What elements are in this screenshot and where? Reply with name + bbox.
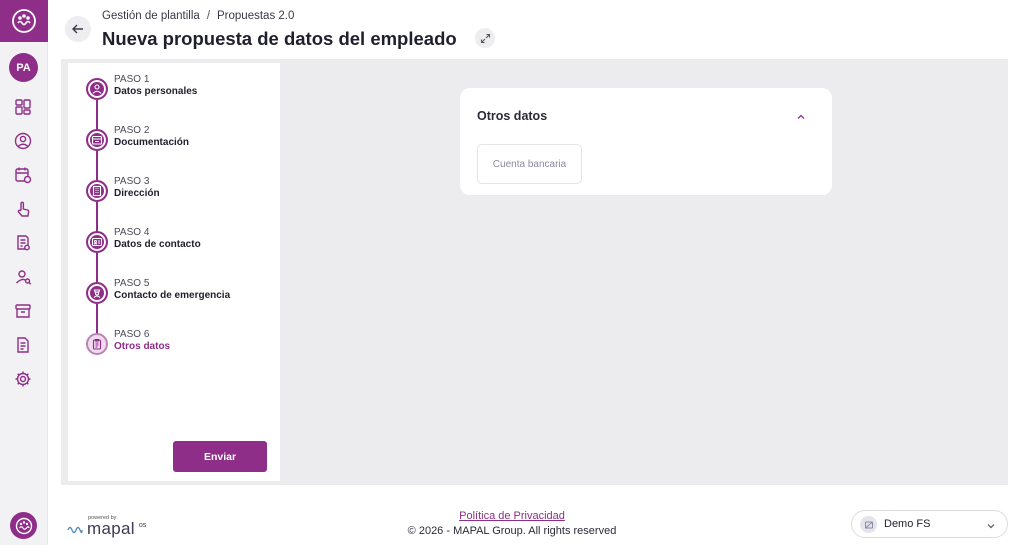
company-name: Demo FS bbox=[884, 518, 931, 530]
gear-icon[interactable] bbox=[13, 369, 33, 389]
medic-icon bbox=[86, 282, 108, 304]
company-icon bbox=[860, 516, 877, 533]
step-label: PASO 6 bbox=[114, 329, 150, 340]
step-name: Datos personales bbox=[114, 86, 198, 97]
user-circle-icon[interactable] bbox=[13, 131, 33, 151]
privacy-link-text[interactable]: Política de Privacidad bbox=[459, 510, 565, 522]
contact-card-icon bbox=[86, 231, 108, 253]
user-icon bbox=[86, 78, 108, 100]
bank-account-option[interactable]: Cuenta bancaria bbox=[477, 144, 582, 184]
sidebar: PA bbox=[0, 0, 48, 545]
step-name: Datos de contacto bbox=[114, 239, 201, 250]
dashboard-icon[interactable] bbox=[13, 97, 33, 117]
archive-icon[interactable] bbox=[13, 301, 33, 321]
step-connector bbox=[96, 100, 98, 130]
step-label: PASO 2 bbox=[114, 125, 150, 136]
calendar-clock-icon[interactable] bbox=[13, 165, 33, 185]
steps-panel bbox=[68, 63, 280, 481]
step-connector bbox=[96, 253, 98, 283]
company-selector[interactable]: Demo FS bbox=[851, 510, 1008, 538]
submit-button[interactable]: Enviar bbox=[173, 441, 267, 472]
step-connector bbox=[96, 151, 98, 181]
back-button[interactable] bbox=[65, 16, 91, 42]
step-label: PASO 3 bbox=[114, 176, 150, 187]
document-settings-icon[interactable] bbox=[13, 233, 33, 253]
step-connector bbox=[96, 304, 98, 334]
hand-pointer-icon[interactable] bbox=[13, 199, 33, 219]
chevron-up-icon[interactable] bbox=[795, 110, 807, 122]
breadcrumb: Gestión de plantilla / Propuestas 2.0 bbox=[102, 10, 294, 22]
arrow-left-icon bbox=[72, 24, 83, 34]
breadcrumb-item-plantilla[interactable]: Gestión de plantilla bbox=[102, 10, 200, 22]
step-label: PASO 4 bbox=[114, 227, 150, 238]
step-label: PASO 5 bbox=[114, 278, 150, 289]
id-card-icon bbox=[86, 129, 108, 151]
step-name: Contacto de emergencia bbox=[114, 290, 231, 301]
building-icon bbox=[86, 180, 108, 202]
user-search-icon[interactable] bbox=[13, 267, 33, 287]
clipboard-icon bbox=[86, 333, 108, 355]
breadcrumb-item-propuestas[interactable]: Propuestas 2.0 bbox=[217, 10, 294, 22]
breadcrumb-separator: / bbox=[206, 10, 211, 22]
card-title: Otros datos bbox=[477, 109, 548, 123]
chevron-down-icon bbox=[985, 519, 997, 531]
step-name: Dirección bbox=[114, 188, 160, 199]
expand-button[interactable] bbox=[475, 28, 495, 48]
step-name: Otros datos bbox=[114, 341, 171, 352]
expand-icon bbox=[480, 33, 490, 43]
app-logo-icon[interactable] bbox=[0, 0, 48, 42]
step-label: PASO 1 bbox=[114, 74, 150, 85]
step-connector bbox=[96, 202, 98, 232]
avatar[interactable]: PA bbox=[9, 53, 38, 82]
step-name: Documentación bbox=[114, 137, 190, 148]
page-title: Nueva propuesta de datos del empleado bbox=[102, 28, 457, 49]
report-icon[interactable] bbox=[13, 335, 33, 355]
